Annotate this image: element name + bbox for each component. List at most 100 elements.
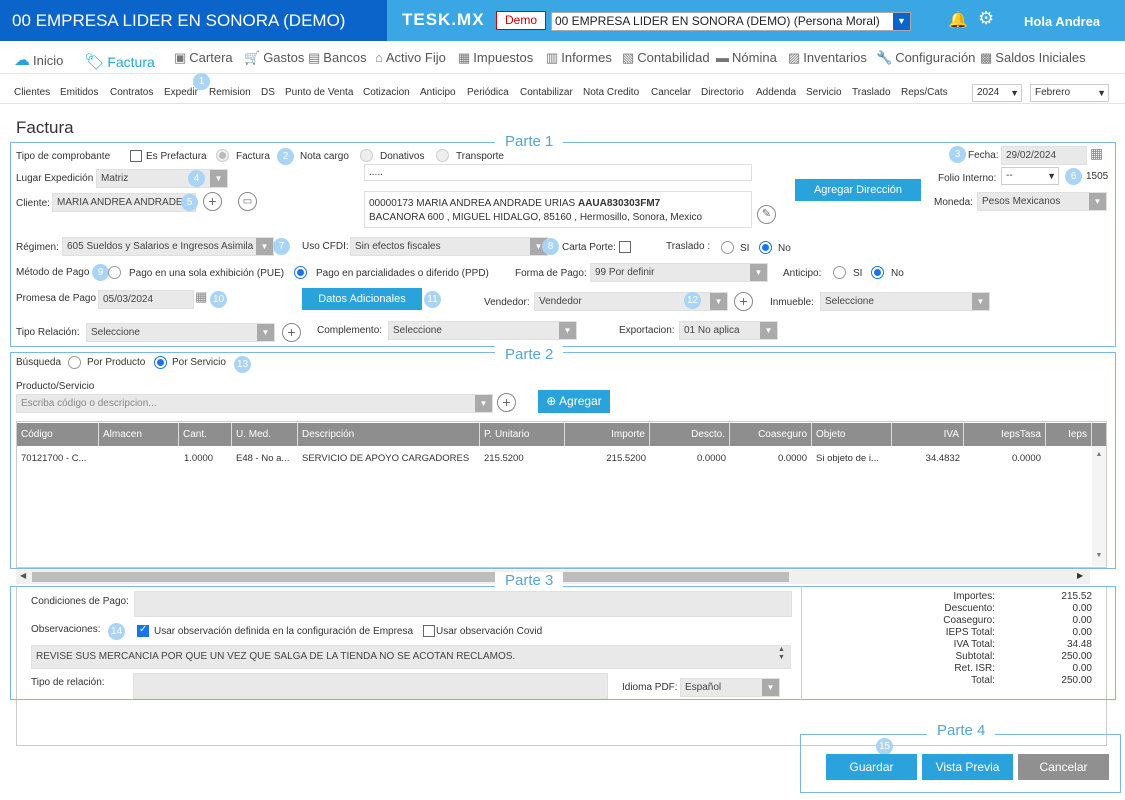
anticipo-si-radio[interactable]	[833, 266, 846, 279]
month-select[interactable]: Febrero ▼	[1030, 84, 1109, 102]
tab-anticipo[interactable]: Anticipo	[420, 87, 456, 98]
observaciones-textarea[interactable]: REVISE SUS MERCANCIA POR QUE UN VEZ QUE …	[31, 645, 791, 669]
tab-contratos[interactable]: Contratos	[110, 87, 153, 98]
tab-traslado[interactable]: Traslado	[852, 87, 891, 98]
tab-servicio[interactable]: Servicio	[806, 87, 842, 98]
agregar-direccion-button[interactable]: Agregar Dirección	[795, 179, 921, 201]
factura-radio[interactable]	[216, 149, 229, 162]
col-coaseguro[interactable]: Coaseguro	[730, 423, 812, 446]
menu-contabilidad[interactable]: ▧ Contabilidad	[622, 50, 710, 66]
tab-emitidos[interactable]: Emitidos	[60, 87, 98, 98]
tab-remision[interactable]: Remision	[209, 87, 251, 98]
add-producto-button[interactable]: +	[497, 393, 516, 412]
tab-punto-de-venta[interactable]: Punto de Venta	[285, 87, 353, 98]
tab-reps-cats[interactable]: Reps/Cats	[901, 87, 948, 98]
promesa-input[interactable]: 05/03/2024	[98, 290, 194, 309]
add-cliente-button[interactable]: +	[203, 192, 222, 211]
add-vendedor-button[interactable]: +	[734, 292, 753, 311]
col-cant[interactable]: Cant.	[179, 423, 232, 446]
menu-bancos[interactable]: ▤ Bancos	[308, 50, 367, 66]
bell-icon[interactable]: 🔔	[948, 10, 968, 30]
menu-gastos[interactable]: 🛒 Gastos	[244, 50, 304, 66]
menu-saldos-iniciales[interactable]: ▩ Saldos Iniciales	[980, 50, 1086, 66]
ppd-radio[interactable]	[294, 266, 307, 279]
obs-covid-checkbox[interactable]	[423, 625, 435, 637]
fecha-input[interactable]: 29/02/2024	[1001, 146, 1087, 165]
cancelar-button[interactable]: Cancelar	[1018, 754, 1109, 780]
textarea-scroll-icon[interactable]: ▲ ▼	[778, 646, 785, 662]
tab-periodica[interactable]: Periódica	[467, 87, 509, 98]
vista-previa-button[interactable]: Vista Previa	[922, 754, 1013, 780]
tab-ds[interactable]: DS	[261, 87, 275, 98]
cliente-input[interactable]: MARIA ANDREA ANDRADE U	[52, 193, 196, 212]
por-producto-radio[interactable]	[68, 356, 81, 369]
tab-nota-credito[interactable]: Nota Credito	[583, 87, 639, 98]
idioma-select[interactable]: Español ▼	[680, 678, 780, 697]
col-iva[interactable]: IVA	[892, 423, 964, 446]
scroll-down-icon[interactable]: ▼	[1092, 552, 1106, 559]
lugar-select[interactable]: Matriz ▼	[96, 169, 228, 188]
tipo-de-relacion-input[interactable]	[133, 673, 608, 699]
gear-icon[interactable]: ⚙	[978, 8, 994, 29]
scroll-right-icon[interactable]: ▶	[1077, 571, 1083, 580]
col-iepstasa[interactable]: IepsTasa	[964, 423, 1046, 446]
scroll-up-icon[interactable]: ▲	[1092, 451, 1106, 458]
producto-input[interactable]: Escriba código o descripcion... ▼	[16, 394, 493, 413]
user-greeting[interactable]: Hola Andrea	[1024, 14, 1100, 29]
tab-contabilizar[interactable]: Contabilizar	[520, 87, 573, 98]
exportacion-select[interactable]: 01 No aplica ▼	[679, 321, 778, 340]
vertical-scrollbar[interactable]: ▲ ▼	[1092, 446, 1106, 566]
pencil-icon[interactable]: ✎	[757, 205, 776, 224]
company-select[interactable]: 00 EMPRESA LIDER EN SONORA (DEMO) (Perso…	[551, 12, 911, 31]
scroll-left-icon[interactable]: ◀	[20, 571, 26, 580]
menu-nomina[interactable]: ▬ Nómina	[716, 50, 777, 65]
col-codigo[interactable]: Código	[17, 423, 99, 446]
year-select[interactable]: 2024 ▼	[972, 84, 1022, 102]
menu-cartera[interactable]: ▣ Cartera	[174, 50, 233, 66]
menu-inventarios[interactable]: ▨ Inventarios	[788, 50, 867, 66]
datos-adicionales-button[interactable]: Datos Adicionales	[302, 288, 422, 310]
folder-icon[interactable]: ▭	[238, 192, 257, 211]
es-prefactura-checkbox[interactable]	[130, 150, 142, 162]
carta-porte-checkbox[interactable]	[619, 241, 631, 253]
condiciones-input[interactable]	[134, 591, 792, 617]
donativos-radio[interactable]	[360, 149, 373, 162]
col-objeto[interactable]: Objeto	[812, 423, 892, 446]
tab-cotizacion[interactable]: Cotizacion	[363, 87, 410, 98]
tab-directorio[interactable]: Directorio	[701, 87, 744, 98]
folio-select[interactable]: -- ▼	[1001, 167, 1059, 185]
menu-activo-fijo[interactable]: ⌂ Activo Fijo	[375, 50, 446, 65]
anticipo-no-radio[interactable]	[871, 266, 884, 279]
col-almacen[interactable]: Almacen	[99, 423, 179, 446]
moneda-select[interactable]: Pesos Mexicanos ▼	[977, 192, 1107, 211]
col-umed[interactable]: U. Med.	[232, 423, 298, 446]
tab-cancelar[interactable]: Cancelar	[651, 87, 691, 98]
agregar-button[interactable]: ⊕ Agregar	[538, 390, 610, 413]
tab-clientes[interactable]: Clientes	[14, 87, 50, 98]
menu-informes[interactable]: ▥ Informes	[546, 50, 612, 66]
por-servicio-radio[interactable]	[154, 356, 167, 369]
traslado-no-radio[interactable]	[759, 241, 772, 254]
col-importe[interactable]: Importe	[565, 423, 650, 446]
menu-inicio[interactable]: ☁ Inicio	[14, 50, 63, 70]
col-descripcion[interactable]: Descripción	[298, 423, 480, 446]
traslado-si-radio[interactable]	[721, 241, 734, 254]
inmueble-select[interactable]: Seleccione ▼	[820, 292, 990, 311]
dots-field[interactable]: .....	[364, 164, 752, 181]
transporte-radio[interactable]	[436, 149, 449, 162]
pue-radio[interactable]	[108, 266, 121, 279]
horizontal-scroll-thumb[interactable]	[32, 572, 789, 582]
col-ieps[interactable]: Ieps	[1046, 423, 1092, 446]
tipo-relacion-select[interactable]: Seleccione ▼	[86, 323, 275, 342]
regimen-select[interactable]: 605 Sueldos y Salarios e Ingresos Asimil…	[62, 237, 274, 256]
col-descto[interactable]: Descto.	[650, 423, 730, 446]
calendar-icon[interactable]: ▦	[1090, 145, 1103, 162]
uso-cfdi-select[interactable]: Sin efectos fiscales ▼	[350, 237, 548, 256]
complemento-select[interactable]: Seleccione ▼	[388, 321, 577, 340]
tab-addenda[interactable]: Addenda	[756, 87, 796, 98]
add-relacion-button[interactable]: +	[282, 323, 301, 342]
tab-expedir[interactable]: Expedir	[164, 87, 198, 98]
obs-empresa-checkbox[interactable]	[137, 624, 149, 637]
forma-pago-select[interactable]: 99 Por definir ▼	[590, 263, 768, 282]
menu-impuestos[interactable]: ▦ Impuestos	[458, 50, 533, 66]
